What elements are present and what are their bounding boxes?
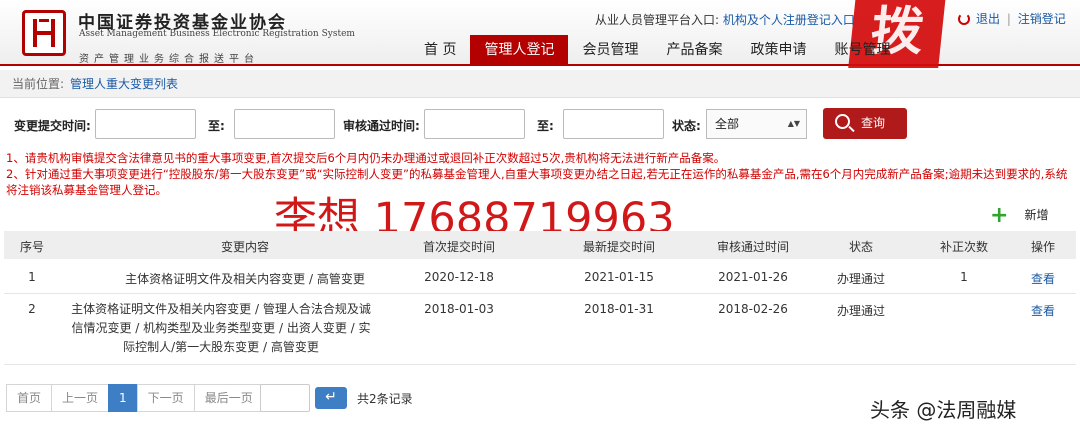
review-time-end-input[interactable] — [563, 109, 664, 139]
header: 中国证券投资基金业协会 Asset Management Business El… — [0, 0, 1080, 68]
prev-page-button[interactable]: 上一页 — [51, 384, 110, 412]
total-records: 共2条记录 — [357, 392, 413, 406]
enter-arrow-icon: ↵ — [325, 389, 337, 405]
pagination: 首页 上一页 1 下一页 最后一页 — [6, 384, 264, 412]
amac-logo-icon — [22, 10, 66, 56]
nav-member-management[interactable]: 会员管理 — [568, 35, 652, 66]
source-label: 头条 @法周融媒 — [870, 398, 1017, 422]
nav-policy-application[interactable]: 政策申请 — [736, 35, 820, 66]
page: 中国证券投资基金业协会 Asset Management Business El… — [0, 0, 1080, 436]
select-arrows-icon: ▲▼ — [787, 119, 800, 128]
col-content: 变更内容 — [220, 240, 269, 254]
to-label: 至: — [208, 119, 225, 133]
notice-text: 1、请贵机构审慎提交含法律意见书的重大事项变更,首次提交后6个月内仍未办理通过或… — [6, 151, 1068, 197]
main-nav: 首 页 管理人登记 会员管理 产品备案 政策申请 账号管理 — [410, 35, 904, 66]
nav-product-filing[interactable]: 产品备案 — [652, 35, 736, 66]
plus-icon: + — [990, 203, 1009, 228]
nav-account-management[interactable]: 账号管理 — [820, 35, 904, 66]
view-link[interactable]: 查看 — [1019, 302, 1067, 319]
logo-subtitle-en: Asset Management Business Electronic Reg… — [79, 29, 355, 39]
platform-entry: 从业人员管理平台入口: 机构及个人注册登记入口 — [595, 13, 855, 27]
filter-bar: 变更提交时间: 至: 审核通过时间: 至: 状态: 全部 ▲▼ 查询 — [0, 106, 1080, 142]
col-latest-submit: 最新提交时间 — [582, 240, 655, 254]
submit-time-label: 变更提交时间: — [14, 119, 91, 133]
cancel-registration-link[interactable]: 注销登记 — [1018, 12, 1066, 26]
logout-link[interactable]: 退出 — [976, 12, 1000, 26]
first-page-button[interactable]: 首页 — [6, 384, 53, 412]
page-1-button[interactable]: 1 — [108, 384, 138, 412]
registration-entry-link[interactable]: 机构及个人注册登记入口 — [723, 13, 855, 27]
nav-home[interactable]: 首 页 — [410, 35, 470, 66]
col-corrections: 补正次数 — [939, 240, 988, 254]
last-page-button[interactable]: 最后一页 — [193, 384, 264, 412]
breadcrumb-current[interactable]: 管理人重大变更列表 — [70, 77, 178, 91]
page-jump-input[interactable] — [260, 384, 310, 412]
col-review-pass: 审核通过时间 — [716, 240, 789, 254]
search-icon — [835, 114, 850, 129]
table-row: 1 主体资格证明文件及相关内容变更 / 高管变更 2020-12-18 2021… — [4, 262, 1076, 294]
search-button[interactable]: 查询 — [823, 108, 907, 139]
submit-time-start-input[interactable] — [95, 109, 196, 139]
col-first-submit: 首次提交时间 — [422, 240, 495, 254]
review-time-start-input[interactable] — [424, 109, 525, 139]
account-links: 退出 | 注销登记 — [958, 10, 1066, 27]
add-button[interactable]: + 新增 — [990, 200, 1048, 228]
col-status: 状态 — [848, 240, 873, 254]
col-no: 序号 — [19, 240, 44, 254]
view-link[interactable]: 查看 — [1019, 270, 1067, 287]
status-label: 状态: — [672, 119, 701, 133]
table-row: 2 主体资格证明文件及相关内容变更 / 管理人合法合规及诚信情况变更 / 机构类… — [4, 295, 1076, 365]
power-icon — [958, 13, 970, 25]
page-go-button[interactable]: ↵ — [315, 387, 347, 409]
submit-time-end-input[interactable] — [234, 109, 335, 139]
next-page-button[interactable]: 下一页 — [136, 384, 195, 412]
to-label: 至: — [537, 119, 554, 133]
table-header: 序号 变更内容 首次提交时间 最新提交时间 审核通过时间 状态 补正次数 操作 — [4, 231, 1076, 259]
status-select[interactable]: 全部 ▲▼ — [706, 109, 807, 139]
review-time-label: 审核通过时间: — [343, 119, 420, 133]
logo-subtitle: 资产管理业务综合报送平台 — [79, 54, 259, 65]
col-action: 操作 — [1030, 240, 1055, 254]
breadcrumb: 当前位置: 管理人重大变更列表 — [0, 70, 1080, 98]
nav-manager-registration[interactable]: 管理人登记 — [470, 35, 569, 66]
